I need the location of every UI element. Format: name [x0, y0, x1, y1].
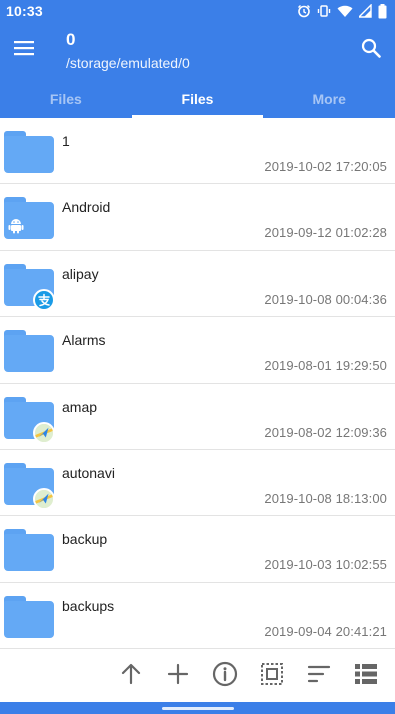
folder-icon	[4, 595, 54, 638]
file-name: amap	[62, 398, 98, 415]
list-item[interactable]: autonavi 2019-10-08 18:13:00	[0, 450, 395, 517]
file-list: 1 2019-10-02 17:20:05 Android 2019-09-12…	[0, 118, 395, 650]
menu-button[interactable]	[6, 32, 42, 68]
folder-icon	[4, 529, 54, 572]
title-block: 0 /storage/emulated/0	[66, 30, 190, 72]
plus-icon	[167, 663, 189, 690]
list-item[interactable]: 1 2019-10-02 17:20:05	[0, 118, 395, 185]
list-item[interactable]: backups 2019-09-04 20:41:21	[0, 583, 395, 650]
list-item[interactable]: amap 2019-08-02 12:09:36	[0, 384, 395, 450]
folder-icon	[4, 330, 54, 373]
tab-more[interactable]: More	[263, 80, 395, 118]
file-date: 2019-09-12 01:02:28	[264, 225, 387, 241]
file-date: 2019-08-02 12:09:36	[264, 424, 387, 440]
alipay-icon	[33, 288, 55, 311]
file-name: Android	[62, 199, 111, 216]
tab-bar: Files Files More	[0, 80, 395, 118]
view-mode-button[interactable]	[342, 654, 389, 698]
arrow-up-icon	[119, 662, 143, 691]
select-button[interactable]	[248, 654, 295, 698]
add-button[interactable]	[154, 654, 201, 698]
alarm-icon	[297, 4, 311, 18]
status-time: 10:33	[6, 3, 43, 19]
list-item[interactable]: Android 2019-09-12 01:02:28	[0, 184, 395, 251]
signal-icon	[359, 4, 372, 18]
file-name: backup	[62, 531, 108, 548]
file-name: autonavi	[62, 464, 115, 481]
tab-files-left[interactable]: Files	[0, 80, 132, 118]
folder-icon	[4, 131, 54, 173]
file-date: 2019-10-02 17:20:05	[264, 159, 387, 174]
file-name: Alarms	[62, 332, 106, 349]
info-icon	[212, 661, 238, 692]
folder-icon	[4, 462, 55, 510]
file-manager-screen: 10:33 0 /storage/emulated/0 Files Files …	[0, 0, 395, 714]
file-date: 2019-10-08 00:04:36	[264, 291, 387, 307]
amap-icon	[33, 487, 55, 510]
file-date: 2019-10-03 10:02:55	[264, 557, 387, 573]
search-button[interactable]	[353, 32, 389, 68]
status-icons	[297, 3, 387, 19]
tab-files[interactable]: Files	[131, 80, 264, 118]
select-icon	[260, 662, 284, 691]
list-item[interactable]: backup 2019-10-03 10:02:55	[0, 516, 395, 583]
current-path: /storage/emulated/0	[66, 55, 190, 71]
list-item[interactable]: alipay 2019-10-08 00:04:36	[0, 251, 395, 318]
go-up-button[interactable]	[107, 654, 154, 698]
amap-icon	[33, 421, 55, 444]
system-nav-bar	[0, 702, 395, 714]
file-name: alipay	[62, 265, 99, 282]
battery-icon	[378, 3, 387, 19]
vibrate-icon	[317, 4, 331, 18]
app-bar: 0 /storage/emulated/0	[0, 22, 395, 80]
wifi-icon	[337, 4, 353, 18]
status-bar: 10:33	[0, 0, 395, 22]
file-date: 2019-10-08 18:13:00	[264, 490, 387, 506]
list-view-icon	[354, 663, 378, 690]
file-name: backups	[62, 597, 115, 614]
file-date: 2019-08-01 19:29:50	[264, 358, 387, 374]
android-icon	[7, 216, 25, 234]
info-button[interactable]	[201, 654, 248, 698]
folder-icon	[4, 197, 54, 240]
menu-icon	[14, 40, 34, 61]
folder-icon	[4, 263, 55, 311]
folder-icon	[4, 396, 55, 444]
sort-button[interactable]	[295, 654, 342, 698]
home-gesture-pill[interactable]	[162, 707, 234, 710]
bottom-toolbar	[0, 650, 395, 702]
list-item[interactable]: Alarms 2019-08-01 19:29:50	[0, 317, 395, 384]
search-icon	[361, 38, 381, 63]
file-date: 2019-09-04 20:41:21	[264, 623, 387, 639]
file-name: 1	[62, 133, 70, 149]
page-title: 0	[66, 30, 76, 49]
sort-icon	[307, 664, 331, 689]
